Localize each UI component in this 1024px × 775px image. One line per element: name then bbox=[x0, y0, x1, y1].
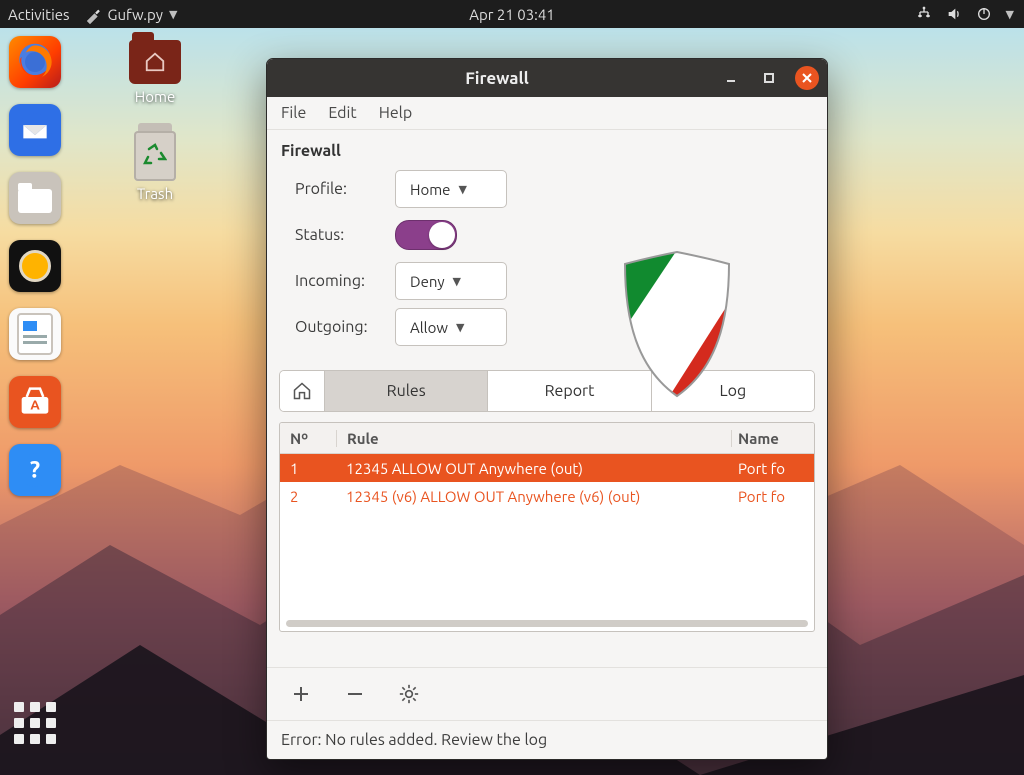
folder-icon bbox=[129, 40, 181, 84]
gnome-top-bar: Activities Gufw.py ▼ Apr 21 03:41 ▼ bbox=[0, 0, 1024, 28]
home-tab-button[interactable] bbox=[280, 371, 325, 411]
dock-app-libreoffice[interactable] bbox=[9, 308, 61, 360]
table-header: Nº Rule Name bbox=[280, 423, 814, 454]
window-title: Firewall bbox=[275, 69, 719, 88]
col-rule[interactable]: Rule bbox=[337, 430, 731, 447]
section-title: Firewall bbox=[267, 130, 827, 164]
menubar: File Edit Help bbox=[267, 97, 827, 130]
firewall-window: Firewall File Edit Help Firewall Profile… bbox=[266, 58, 828, 760]
menu-edit[interactable]: Edit bbox=[328, 104, 356, 122]
show-applications-button[interactable] bbox=[9, 697, 61, 749]
outgoing-label: Outgoing: bbox=[295, 318, 395, 336]
window-maximize-button[interactable] bbox=[757, 66, 781, 90]
trash-icon bbox=[134, 131, 176, 181]
desktop-icons: Home Trash bbox=[120, 40, 190, 202]
incoming-label: Incoming: bbox=[295, 272, 395, 290]
chevron-down-icon: ▼ bbox=[456, 321, 464, 334]
menu-help[interactable]: Help bbox=[379, 104, 413, 122]
cell-no: 1 bbox=[280, 460, 336, 477]
cell-name: Port fo bbox=[732, 488, 814, 505]
profile-dropdown[interactable]: Home ▼ bbox=[395, 170, 507, 208]
dock-app-help[interactable]: ? bbox=[9, 444, 61, 496]
menu-file[interactable]: File bbox=[281, 104, 306, 122]
desktop-icon-trash[interactable]: Trash bbox=[120, 131, 190, 202]
status-message: Error: No rules added. Review the log bbox=[281, 731, 547, 749]
status-label: Status: bbox=[295, 226, 395, 244]
dock-app-files[interactable] bbox=[9, 172, 61, 224]
outgoing-dropdown[interactable]: Allow ▼ bbox=[395, 308, 507, 346]
chevron-down-icon: ▼ bbox=[458, 183, 466, 196]
speaker-icon bbox=[19, 250, 51, 282]
table-row[interactable]: 1 12345 ALLOW OUT Anywhere (out) Port fo bbox=[280, 454, 814, 482]
cell-no: 2 bbox=[280, 488, 336, 505]
profile-value: Home bbox=[410, 181, 450, 198]
desktop-icon-label: Home bbox=[135, 88, 175, 105]
cell-name: Port fo bbox=[732, 460, 814, 477]
horizontal-scrollbar[interactable] bbox=[286, 620, 808, 627]
window-close-button[interactable] bbox=[795, 66, 819, 90]
svg-text:?: ? bbox=[30, 457, 40, 483]
profile-label: Profile: bbox=[295, 180, 395, 198]
desktop-icon-home[interactable]: Home bbox=[120, 40, 190, 105]
cell-rule: 12345 (v6) ALLOW OUT Anywhere (v6) (out) bbox=[336, 488, 732, 505]
ubuntu-dock: A ? bbox=[0, 28, 70, 775]
shield-icon bbox=[617, 250, 737, 400]
status-toggle[interactable] bbox=[395, 220, 457, 250]
clock[interactable]: Apr 21 03:41 bbox=[0, 6, 1024, 23]
add-rule-button[interactable] bbox=[289, 682, 313, 706]
col-name[interactable]: Name bbox=[731, 430, 814, 447]
rules-table: Nº Rule Name 1 12345 ALLOW OUT Anywhere … bbox=[279, 422, 815, 632]
col-no[interactable]: Nº bbox=[280, 430, 337, 447]
remove-rule-button[interactable] bbox=[343, 682, 367, 706]
outgoing-value: Allow bbox=[410, 319, 448, 336]
chevron-down-icon: ▼ bbox=[453, 275, 461, 288]
statusbar: Error: No rules added. Review the log bbox=[267, 720, 827, 759]
window-minimize-button[interactable] bbox=[719, 66, 743, 90]
dock-app-software[interactable]: A bbox=[9, 376, 61, 428]
rule-settings-button[interactable] bbox=[397, 682, 421, 706]
window-titlebar[interactable]: Firewall bbox=[267, 59, 827, 97]
cell-rule: 12345 ALLOW OUT Anywhere (out) bbox=[336, 460, 732, 477]
table-row[interactable]: 2 12345 (v6) ALLOW OUT Anywhere (v6) (ou… bbox=[280, 482, 814, 510]
incoming-dropdown[interactable]: Deny ▼ bbox=[395, 262, 507, 300]
incoming-value: Deny bbox=[410, 273, 445, 290]
tab-rules[interactable]: Rules bbox=[325, 371, 488, 411]
svg-text:A: A bbox=[30, 398, 40, 413]
dock-app-rhythmbox[interactable] bbox=[9, 240, 61, 292]
firewall-settings-form: Profile: Home ▼ Status: Incoming: Deny ▼… bbox=[267, 164, 827, 360]
dock-app-firefox[interactable] bbox=[9, 36, 61, 88]
dock-app-thunderbird[interactable] bbox=[9, 104, 61, 156]
rule-action-bar bbox=[267, 667, 827, 720]
chevron-down-icon: ▼ bbox=[1006, 8, 1014, 21]
desktop-icon-label: Trash bbox=[137, 185, 173, 202]
